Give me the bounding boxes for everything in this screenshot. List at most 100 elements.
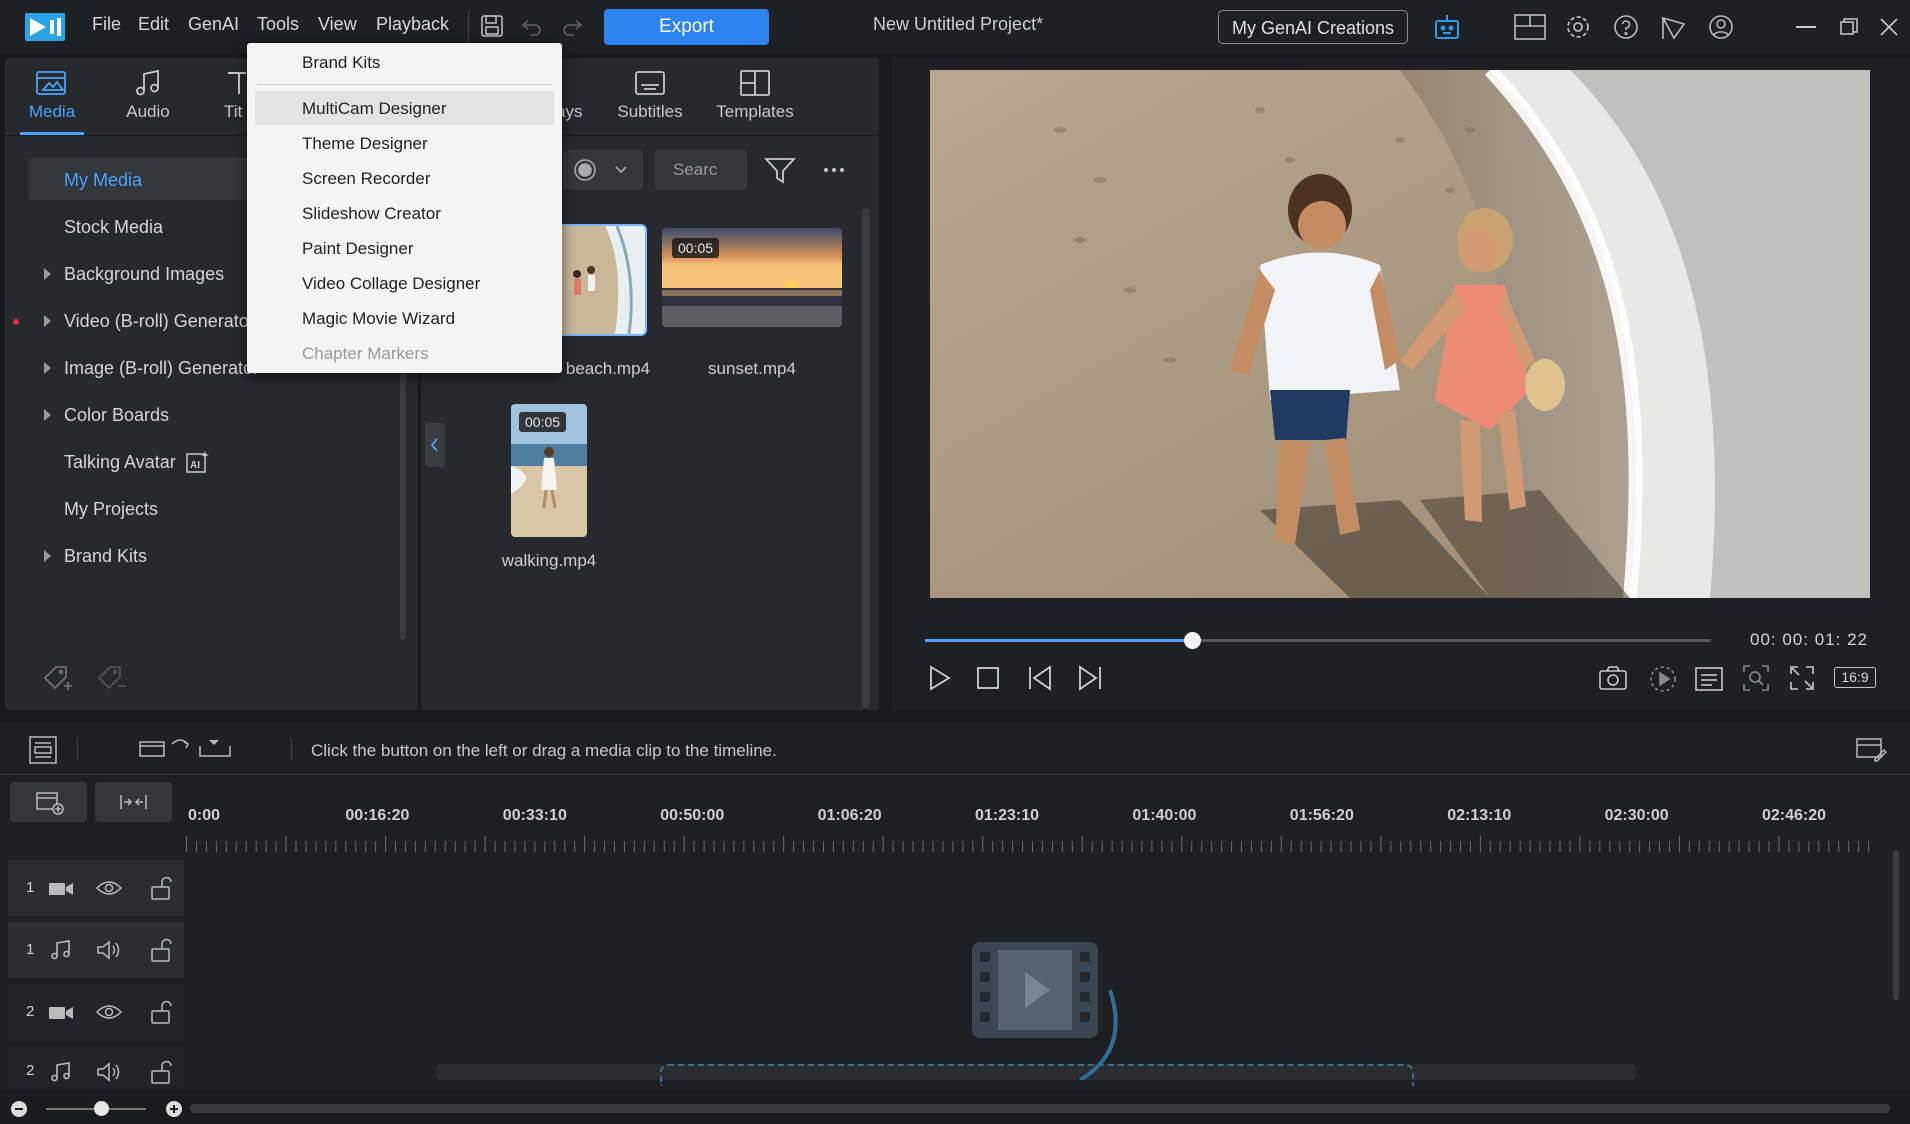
unlock-icon[interactable] <box>150 938 172 962</box>
add-track-button[interactable] <box>10 782 87 822</box>
next-frame-icon[interactable] <box>1074 664 1104 692</box>
render-preview-icon[interactable] <box>1648 664 1678 694</box>
eye-icon[interactable] <box>96 1002 122 1022</box>
edit-settings-icon[interactable] <box>1855 735 1887 765</box>
fit-timeline-button[interactable] <box>95 782 172 822</box>
svg-text:AI: AI <box>190 460 200 471</box>
stop-icon[interactable] <box>976 666 1000 690</box>
collapse-panel-button[interactable] <box>425 423 445 467</box>
menu-view[interactable]: View <box>318 14 357 35</box>
track-number: 1 <box>26 941 35 958</box>
menu-item-magic-movie-wizard[interactable]: Magic Movie Wizard <box>302 309 455 329</box>
menu-item-slideshow-creator[interactable]: Slideshow Creator <box>302 204 441 224</box>
close-icon[interactable] <box>1880 18 1898 36</box>
zoom-out-icon[interactable] <box>10 1100 28 1118</box>
speaker-icon[interactable] <box>96 1061 122 1083</box>
clip-name: sunset.mp4 <box>708 359 796 378</box>
tab-templates[interactable]: Templates <box>706 68 804 122</box>
undo-icon[interactable] <box>520 14 544 38</box>
divider <box>468 10 469 42</box>
expand-arrow-icon[interactable] <box>44 268 51 280</box>
search-box[interactable]: Searc <box>655 150 747 190</box>
more-options-icon[interactable] <box>822 158 846 182</box>
timeline-vertical-scrollbar[interactable] <box>1893 850 1899 1000</box>
announcement-icon[interactable] <box>1660 14 1688 40</box>
track-number: 1 <box>26 879 35 896</box>
menu-item-paint-designer[interactable]: Paint Designer <box>302 239 414 259</box>
snapshot-camera-icon[interactable] <box>1598 664 1628 692</box>
menu-playback[interactable]: Playback <box>376 14 449 35</box>
unlock-icon[interactable] <box>150 1060 172 1084</box>
video-track-icon <box>48 1004 74 1022</box>
zoom-fit-icon[interactable] <box>1742 664 1770 692</box>
library-item-video-broll-generator[interactable]: Video (B-roll) Generator <box>64 311 255 332</box>
library-item-brand-kits[interactable]: Brand Kits <box>64 546 147 567</box>
expand-arrow-icon[interactable] <box>44 362 51 374</box>
tab-media-label: Media <box>28 102 76 121</box>
eye-icon[interactable] <box>96 878 122 898</box>
menu-item-theme-designer[interactable]: Theme Designer <box>302 134 428 154</box>
library-item-my-media[interactable]: My Media <box>64 170 142 191</box>
speaker-icon[interactable] <box>96 939 122 961</box>
remove-tag-icon[interactable] <box>96 664 128 694</box>
subtitles-toggle-icon[interactable] <box>1694 666 1724 692</box>
menu-item-video-collage-designer[interactable]: Video Collage Designer <box>302 274 480 294</box>
fullscreen-icon[interactable] <box>1788 664 1816 692</box>
account-icon[interactable] <box>1708 14 1734 40</box>
filter-icon[interactable] <box>764 156 796 184</box>
ruler-label: 00:50:00 <box>660 807 725 824</box>
library-item-stock-media[interactable]: Stock Media <box>64 217 163 238</box>
library-item-my-projects[interactable]: My Projects <box>64 499 158 520</box>
menu-item-screen-recorder[interactable]: Screen Recorder <box>302 169 431 189</box>
gear-icon[interactable] <box>1565 14 1591 40</box>
media-clip-thumbnail[interactable]: 00:05 <box>511 404 587 537</box>
unlock-icon[interactable] <box>150 1000 172 1024</box>
time-ruler[interactable] <box>186 836 1878 852</box>
expand-arrow-icon[interactable] <box>44 409 51 421</box>
tab-media[interactable]: Media <box>4 68 100 122</box>
zoom-in-icon[interactable] <box>165 1100 183 1118</box>
restore-icon[interactable] <box>1840 18 1858 36</box>
redo-icon[interactable] <box>560 14 584 38</box>
library-item-image-broll-generator[interactable]: Image (B-roll) Generator <box>64 358 259 379</box>
storyboard-toggle-icon[interactable] <box>138 736 238 766</box>
previous-frame-icon[interactable] <box>1026 664 1056 692</box>
layout-icon[interactable] <box>1514 14 1546 40</box>
export-button[interactable]: Export <box>604 9 769 45</box>
divider <box>291 738 292 760</box>
tab-subtitles[interactable]: Subtitles <box>602 68 698 122</box>
help-icon[interactable] <box>1613 14 1639 40</box>
library-item-background-images[interactable]: Background Images <box>64 264 224 285</box>
search-input[interactable]: Searc <box>673 160 717 180</box>
menu-tools[interactable]: Tools <box>257 14 299 35</box>
media-clip-thumbnail[interactable]: 00:05 <box>662 228 842 327</box>
menu-item-brand-kits[interactable]: Brand Kits <box>302 53 380 73</box>
menu-edit[interactable]: Edit <box>138 14 169 35</box>
play-icon[interactable] <box>925 664 953 692</box>
tab-audio[interactable]: Audio <box>100 68 196 122</box>
unlock-icon[interactable] <box>150 876 172 900</box>
track-number: 2 <box>26 1003 35 1020</box>
library-item-talking-avatar[interactable]: Talking Avatar <box>64 452 176 473</box>
record-dropdown[interactable] <box>563 150 643 190</box>
library-item-color-boards[interactable]: Color Boards <box>64 405 169 426</box>
media-scrollbar[interactable] <box>862 208 870 708</box>
timeline-horizontal-scrollbar[interactable] <box>190 1104 1890 1113</box>
save-icon[interactable] <box>480 14 504 38</box>
ai-robot-icon[interactable] <box>1432 12 1462 42</box>
add-track-icon <box>36 792 64 815</box>
expand-arrow-icon[interactable] <box>44 315 51 327</box>
ruler-label: 02:13:10 <box>1447 807 1512 824</box>
zoom-slider-knob[interactable] <box>94 1101 109 1116</box>
menu-item-multicam-designer[interactable]: MultiCam Designer <box>302 99 447 119</box>
menu-genai[interactable]: GenAI <box>188 14 239 35</box>
add-tag-icon[interactable] <box>42 664 74 694</box>
divider <box>77 738 78 760</box>
menu-file[interactable]: File <box>92 14 121 35</box>
minimize-icon[interactable] <box>1796 26 1816 28</box>
tab-titles[interactable]: Tit <box>196 68 246 122</box>
my-genai-creations-button[interactable]: My GenAI Creations <box>1218 10 1408 44</box>
expand-arrow-icon[interactable] <box>44 550 51 562</box>
aspect-ratio-button[interactable]: 16:9 <box>1834 667 1876 688</box>
timeline-view-icon[interactable] <box>28 735 58 765</box>
